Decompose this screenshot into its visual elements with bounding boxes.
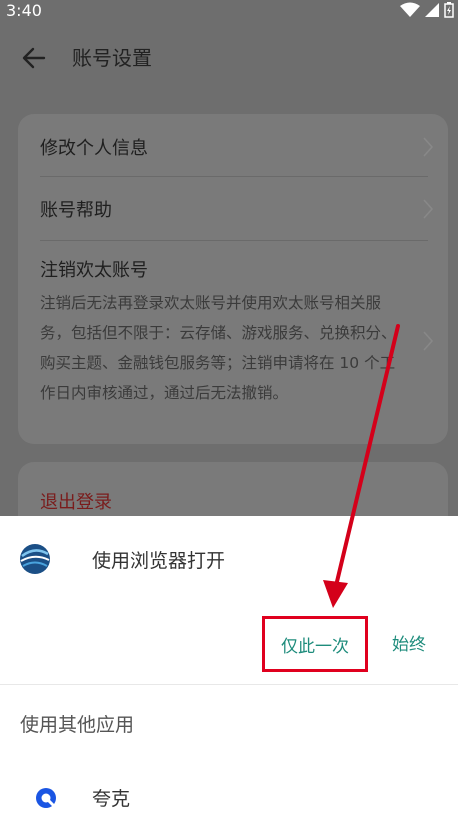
sheet-title: 使用浏览器打开: [92, 550, 226, 572]
just-once-label: 仅此一次: [281, 636, 349, 657]
settings-card: 修改个人信息 账号帮助 注销欢太账号 注销后无法再登录欢太账号并使用欢太账号相关…: [18, 114, 448, 444]
signal-icon: [425, 3, 439, 17]
app-item-quark[interactable]: 夸克: [92, 784, 130, 811]
battery-icon: [444, 2, 454, 18]
open-with-sheet: 使用浏览器打开 仅此一次 始终 使用其他应用 夸克: [0, 516, 458, 820]
quark-app-icon[interactable]: [34, 786, 58, 810]
settings-item-edit-profile[interactable]: 修改个人信息: [40, 134, 434, 160]
chevron-right-icon: [423, 199, 434, 219]
status-time: 3:40: [6, 1, 42, 20]
settings-item-delete-account[interactable]: 注销欢太账号 注销后无法再登录欢太账号并使用欢太账号相关服务，包括但不限于：云存…: [40, 256, 434, 408]
settings-item-account-help[interactable]: 账号帮助: [40, 196, 434, 222]
just-once-button[interactable]: 仅此一次: [262, 616, 368, 672]
back-arrow-icon[interactable]: [20, 44, 48, 72]
settings-item-label: 账号帮助: [40, 200, 112, 221]
settings-item-label: 修改个人信息: [40, 138, 148, 159]
app-header: 账号设置: [0, 30, 458, 86]
page-title: 账号设置: [72, 46, 152, 70]
always-button[interactable]: 始终: [392, 630, 426, 655]
browser-app-icon: [20, 544, 50, 574]
status-bar: 3:40: [0, 0, 458, 22]
divider: [0, 684, 458, 685]
settings-item-label: 注销欢太账号: [40, 260, 148, 281]
chevron-right-icon: [423, 331, 434, 351]
status-icons: [400, 2, 454, 18]
chevron-right-icon: [423, 137, 434, 157]
wifi-icon: [400, 2, 420, 17]
logout-button[interactable]: 退出登录: [40, 488, 112, 514]
other-apps-heading: 使用其他应用: [20, 714, 135, 736]
delete-account-description: 注销后无法再登录欢太账号并使用欢太账号相关服务，包括但不限于：云存储、游戏服务、…: [40, 294, 397, 402]
divider: [40, 240, 428, 241]
divider: [40, 176, 428, 177]
